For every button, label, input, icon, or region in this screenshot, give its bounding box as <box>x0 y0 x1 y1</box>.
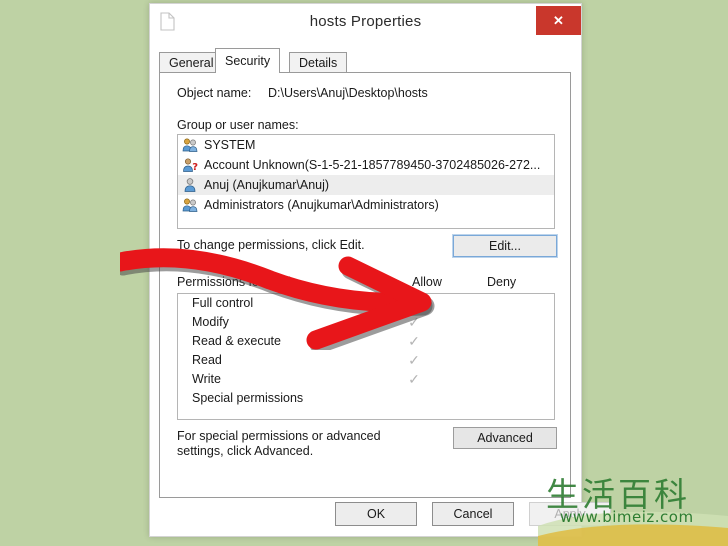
tab-general[interactable]: General <box>159 52 224 72</box>
allow-checkbox[interactable]: ✓ <box>406 332 422 351</box>
advanced-button[interactable]: Advanced <box>453 427 557 449</box>
list-item-label: Anuj (Anujkumar\Anuj) <box>204 178 330 192</box>
permission-name: Read <box>192 353 222 367</box>
object-name-value: D:\Users\Anuj\Desktop\hosts <box>268 86 428 100</box>
hosts-properties-dialog: hosts Properties ✕ General Security Deta… <box>149 3 611 537</box>
window-title: hosts Properties <box>309 13 422 30</box>
table-row[interactable]: Full control ✓ <box>178 294 554 313</box>
list-item[interactable]: ? Account Unknown(S-1-5-21-1857789450-37… <box>178 155 554 175</box>
list-item-label: Account Unknown(S-1-5-21-1857789450-3702… <box>204 158 541 172</box>
list-item-label: SYSTEM <box>204 138 256 152</box>
allow-checkbox[interactable]: ✓ <box>406 313 422 332</box>
permission-name: Write <box>192 372 221 386</box>
single-user-icon <box>182 177 199 193</box>
permission-name: Full control <box>192 296 254 310</box>
list-item[interactable]: Anuj (Anujkumar\Anuj) <box>178 175 554 195</box>
svg-text:?: ? <box>192 162 198 173</box>
change-permissions-hint: To change permissions, click Edit. <box>177 238 365 252</box>
table-row[interactable]: Read & execute ✓ <box>178 332 554 351</box>
list-item-label: Administrators (Anujkumar\Administrators… <box>204 198 439 212</box>
ok-button[interactable]: OK <box>335 502 417 526</box>
permission-name: Special permissions <box>192 391 304 405</box>
table-row[interactable]: Special permissions <box>178 389 554 408</box>
apply-button: Apply <box>529 502 611 526</box>
title-bar: hosts Properties ✕ <box>150 4 581 40</box>
group-users-icon <box>182 137 199 153</box>
table-row[interactable]: Read ✓ <box>178 351 554 370</box>
list-item[interactable]: Administrators (Anujkumar\Administrators… <box>178 195 554 215</box>
list-item[interactable]: SYSTEM <box>178 135 554 155</box>
table-row[interactable]: Write ✓ <box>178 370 554 389</box>
object-name-label: Object name: <box>177 86 252 100</box>
allow-checkbox[interactable]: ✓ <box>406 370 422 389</box>
allow-checkbox[interactable]: ✓ <box>406 351 422 370</box>
permission-name: Read & execute <box>192 334 281 348</box>
group-or-user-names-label: Group or user names: <box>177 118 299 132</box>
allow-column-header: Allow <box>412 275 442 289</box>
close-button[interactable]: ✕ <box>536 6 581 35</box>
allow-checkbox[interactable]: ✓ <box>406 294 422 313</box>
edit-button[interactable]: Edit... <box>452 234 558 258</box>
group-or-user-names-list[interactable]: SYSTEM ? Account Unknown(S-1-5-21-185778… <box>177 134 555 229</box>
group-users-icon <box>182 197 199 213</box>
permissions-for-label: Permissions for Anuj <box>177 275 291 289</box>
tab-details[interactable]: Details <box>289 52 348 72</box>
security-tab-panel: Object name: D:\Users\Anuj\Desktop\hosts… <box>159 72 571 498</box>
permission-name: Modify <box>192 315 229 329</box>
advanced-settings-hint: For special permissions or advanced sett… <box>177 429 381 458</box>
tab-security[interactable]: Security <box>215 48 281 73</box>
permissions-list[interactable]: Full control ✓ Modify ✓ Read & execute ✓… <box>177 293 555 420</box>
table-row[interactable]: Modify ✓ <box>178 313 554 332</box>
deny-column-header: Deny <box>487 275 517 289</box>
unknown-user-icon: ? <box>182 157 199 173</box>
cancel-button[interactable]: Cancel <box>432 502 514 526</box>
